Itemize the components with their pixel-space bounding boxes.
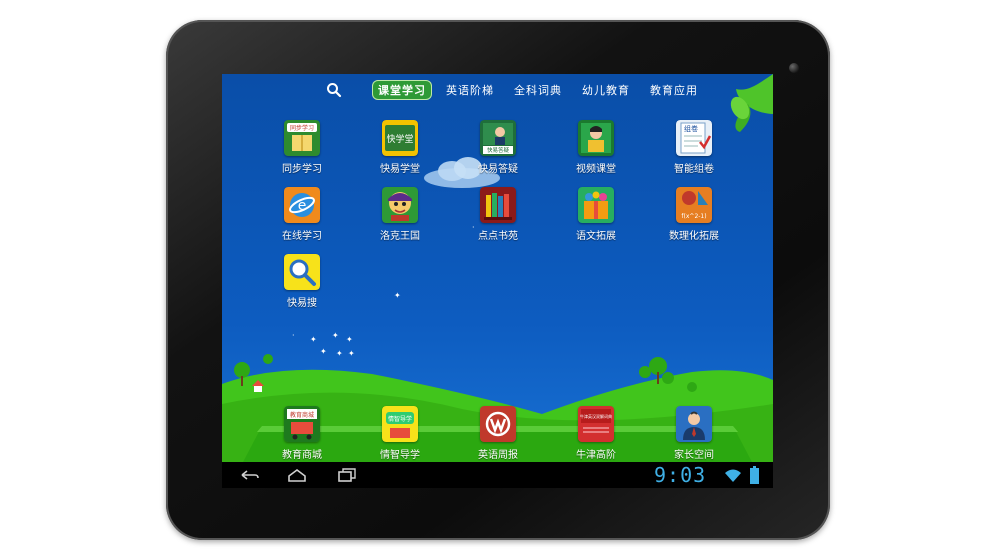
app-label: 牛津高阶 bbox=[576, 450, 616, 461]
app-label: 教育商城 bbox=[282, 450, 322, 461]
parent-icon bbox=[676, 406, 712, 442]
app-kuaiyi-sou[interactable]: 快易搜 bbox=[262, 254, 342, 309]
teacher-icon: 快易答疑 bbox=[480, 120, 516, 156]
app-kuaiyi-xuetang[interactable]: 快学堂 快易学堂 bbox=[360, 120, 440, 175]
front-camera bbox=[789, 63, 799, 73]
book-icon: 同步学习 bbox=[284, 120, 320, 156]
app-zaixian-xuexi[interactable]: e 在线学习 bbox=[262, 187, 342, 242]
app-yuwen-tuozhan[interactable]: 语文拓展 bbox=[556, 187, 636, 242]
system-nav-bar: 9:03 bbox=[222, 462, 773, 488]
gift-box-icon bbox=[578, 187, 614, 223]
app-icon-text: 教育商城 bbox=[290, 411, 314, 419]
video-class-icon bbox=[578, 120, 614, 156]
app-label: 智能组卷 bbox=[674, 164, 714, 175]
battery-icon bbox=[750, 466, 759, 484]
app-grid: 同步学习 同步学习 快学堂 快易学堂 快易答疑 快易答疑 视频课堂 组卷 智能组… bbox=[222, 74, 773, 374]
newspaper-icon bbox=[480, 406, 516, 442]
app-label: 语文拓展 bbox=[576, 231, 616, 242]
game-character-icon bbox=[382, 187, 418, 223]
app-label: 家长空间 bbox=[674, 450, 714, 461]
status-clock: 9:03 bbox=[654, 463, 707, 487]
app-icon-text: f(x^2-1) bbox=[681, 213, 706, 220]
app-label: 洛克王国 bbox=[380, 231, 420, 242]
app-label: 数理化拓展 bbox=[669, 231, 719, 242]
app-label: 在线学习 bbox=[282, 231, 322, 242]
dock-app-oxford-advanced[interactable]: 牛津英汉双解词典 牛津高阶 bbox=[556, 406, 636, 461]
app-label: 快易搜 bbox=[287, 298, 317, 309]
app-icon-text: 情智导学 bbox=[388, 415, 412, 423]
dock-app-parent-space[interactable]: 家长空间 bbox=[654, 406, 734, 461]
math-icon: f(x^2-1) bbox=[676, 187, 712, 223]
app-luoke-wangguo[interactable]: 洛克王国 bbox=[360, 187, 440, 242]
dock-app-english-weekly[interactable]: 英语周报 bbox=[458, 406, 538, 461]
magnifier-icon bbox=[284, 254, 320, 290]
app-zhineng-zujuan[interactable]: 组卷 智能组卷 bbox=[654, 120, 734, 175]
dock-app-edu-mall[interactable]: 教育商城 教育商城 bbox=[262, 406, 342, 461]
app-icon-text: 快易答疑 bbox=[487, 146, 510, 154]
back-icon[interactable] bbox=[238, 467, 260, 483]
chalkboard-icon: 快学堂 bbox=[382, 120, 418, 156]
shopping-cart-icon: 教育商城 bbox=[284, 406, 320, 442]
bookshelf-icon bbox=[480, 187, 516, 223]
app-label: 视频课堂 bbox=[576, 164, 616, 175]
app-label: 快易答疑 bbox=[478, 164, 518, 175]
app-label: 点点书苑 bbox=[478, 231, 518, 242]
app-dock: 教育商城 教育商城 情智导学 情智导学 英语周报 牛津英汉双解词典 牛津高阶 家… bbox=[222, 400, 773, 466]
test-paper-icon: 组卷 bbox=[676, 120, 712, 156]
app-diandian-shuyuan[interactable]: 点点书苑 bbox=[458, 187, 538, 242]
app-tongbu-xuexi[interactable]: 同步学习 同步学习 bbox=[262, 120, 342, 175]
app-label: 英语周报 bbox=[478, 450, 518, 461]
app-kuaiyi-dayi[interactable]: 快易答疑 快易答疑 bbox=[458, 120, 538, 175]
home-icon[interactable] bbox=[286, 467, 308, 483]
app-label: 同步学习 bbox=[282, 164, 322, 175]
wifi-icon bbox=[725, 469, 741, 482]
dictionary-icon: 牛津英汉双解词典 bbox=[578, 406, 614, 442]
svg-text:e: e bbox=[298, 198, 307, 214]
app-icon-text: 同步学习 bbox=[290, 124, 314, 132]
app-icon-text: 牛津英汉双解词典 bbox=[580, 413, 612, 419]
recent-apps-icon[interactable] bbox=[336, 467, 358, 483]
globe-icon: e bbox=[284, 187, 320, 223]
app-label: 快易学堂 bbox=[380, 164, 420, 175]
app-shulihua-tuozhan[interactable]: f(x^2-1) 数理化拓展 bbox=[654, 187, 734, 242]
app-shipin-ketang[interactable]: 视频课堂 bbox=[556, 120, 636, 175]
app-label: 情智导学 bbox=[380, 450, 420, 461]
app-icon-text: 组卷 bbox=[684, 124, 698, 133]
dock-app-qingzhi-daoxue[interactable]: 情智导学 情智导学 bbox=[360, 406, 440, 461]
home-screen: ✦ ✦ ✦ ✦ ✦ ✦ ✦ · · 课堂学习 英语阶梯 全科词典 幼儿教育 教育… bbox=[222, 74, 773, 488]
guide-icon: 情智导学 bbox=[382, 406, 418, 442]
app-icon-text: 快学堂 bbox=[386, 133, 413, 145]
